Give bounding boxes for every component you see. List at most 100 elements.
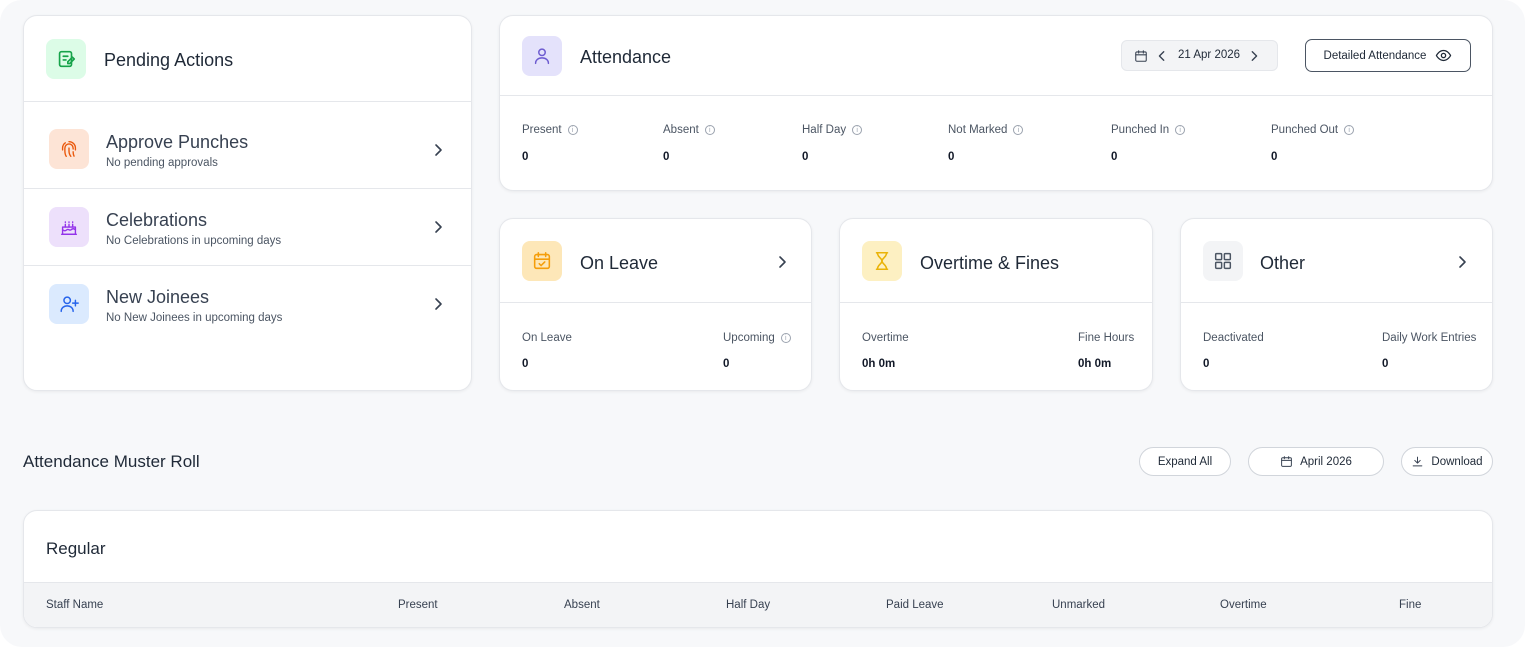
stat-label: Punched In xyxy=(1111,124,1170,136)
stat-absent-value: 0 xyxy=(663,151,670,163)
month-label: April 2026 xyxy=(1300,455,1352,468)
download-label: Download xyxy=(1431,455,1483,468)
divider xyxy=(500,302,811,303)
overtime-stat-value: 0h 0m xyxy=(862,358,896,370)
celebrations-subtitle: No Celebrations in upcoming days xyxy=(106,235,282,247)
expand-all-label: Expand All xyxy=(1157,455,1213,468)
stat-punched-in-value: 0 xyxy=(1111,151,1118,163)
on-leave-title: On Leave xyxy=(580,253,659,273)
chevron-right-icon xyxy=(435,144,442,156)
month-picker-button[interactable]: April 2026 xyxy=(1248,447,1384,476)
column-staff-name[interactable]: Staff Name xyxy=(46,583,103,627)
stat-not-marked-value: 0 xyxy=(948,151,955,163)
stat-label: Absent xyxy=(663,124,699,136)
on-leave-card[interactable]: On Leave On Leave 0 Upcoming i 0 xyxy=(499,218,812,391)
divider xyxy=(840,302,1152,303)
info-icon[interactable]: i xyxy=(567,125,578,135)
info-icon[interactable]: i xyxy=(780,333,791,343)
stat-present-label: Present i xyxy=(522,124,578,136)
chevron-left-icon[interactable] xyxy=(1156,50,1168,62)
table-header: Staff Name Present Absent Half Day Paid … xyxy=(24,582,1492,627)
celebrations-title: Celebrations xyxy=(106,210,208,230)
column-overtime[interactable]: Overtime xyxy=(1220,583,1267,627)
daily-work-entries-stat-value: 0 xyxy=(1382,358,1389,370)
chevron-right-icon[interactable] xyxy=(1248,50,1260,62)
info-icon[interactable]: i xyxy=(704,125,715,135)
detailed-attendance-button[interactable]: Detailed Attendance xyxy=(1305,39,1471,72)
column-half-day[interactable]: Half Day xyxy=(726,583,770,627)
divider xyxy=(500,95,1492,96)
upcoming-stat-label: Upcoming i xyxy=(723,332,791,344)
pending-item-new-joinees[interactable]: New Joinees No New Joinees in upcoming d… xyxy=(24,266,471,342)
stat-label: Present xyxy=(522,124,562,136)
info-icon[interactable]: i xyxy=(1013,125,1024,135)
column-present[interactable]: Present xyxy=(398,583,438,627)
pending-actions-title: Pending Actions xyxy=(104,50,234,70)
detailed-attendance-label: Detailed Attendance xyxy=(1323,49,1427,62)
fingerprint-icon xyxy=(49,129,89,169)
overtime-fines-title: Overtime & Fines xyxy=(920,253,1060,273)
dashboard: Pending Actions Approve Punches No pendi… xyxy=(0,0,1525,647)
on-leave-stat-label: On Leave xyxy=(522,332,572,344)
pending-actions-card: Pending Actions Approve Punches No pendi… xyxy=(23,15,472,391)
deactivated-stat-label: Deactivated xyxy=(1203,332,1264,344)
muster-roll-title: Attendance Muster Roll xyxy=(23,452,200,471)
chevron-right-icon[interactable] xyxy=(775,255,789,269)
approve-punches-title: Approve Punches xyxy=(106,132,249,152)
on-leave-stat-value: 0 xyxy=(522,358,529,370)
new-joinees-subtitle: No New Joinees in upcoming days xyxy=(106,312,283,324)
pending-item-celebrations[interactable]: Celebrations No Celebrations in upcoming… xyxy=(24,189,471,265)
other-card[interactable]: Other Deactivated 0 Daily Work Entries 0 xyxy=(1180,218,1493,391)
regular-group-card: Regular Staff Name Present Absent Half D… xyxy=(23,510,1493,628)
stat-present-value: 0 xyxy=(522,151,529,163)
chevron-right-icon[interactable] xyxy=(1455,255,1469,269)
calendar-icon[interactable] xyxy=(1134,49,1148,63)
download-button[interactable]: Download xyxy=(1401,447,1493,476)
calendar-icon xyxy=(522,241,562,281)
other-title: Other xyxy=(1260,253,1306,273)
date-picker: 21 Apr 2026 xyxy=(1121,40,1278,71)
column-fine[interactable]: Fine xyxy=(1399,583,1421,627)
daily-work-entries-stat-label: Daily Work Entries xyxy=(1382,332,1477,344)
pending-item-approve-punches[interactable]: Approve Punches No pending approvals xyxy=(24,102,471,188)
stat-punched-out-label: Punched Out i xyxy=(1271,124,1355,136)
deactivated-stat-value: 0 xyxy=(1203,358,1210,370)
column-absent[interactable]: Absent xyxy=(564,583,600,627)
expand-all-button[interactable]: Expand All xyxy=(1139,447,1231,476)
grid-icon xyxy=(1203,241,1243,281)
info-icon[interactable]: i xyxy=(1344,125,1355,135)
chevron-right-icon xyxy=(435,221,442,233)
column-paid-leave[interactable]: Paid Leave xyxy=(886,583,944,627)
stat-punched-in-label: Punched In i xyxy=(1111,124,1186,136)
upcoming-stat-value: 0 xyxy=(723,358,730,370)
stat-punched-out-value: 0 xyxy=(1271,151,1278,163)
fine-hours-stat-value: 0h 0m xyxy=(1078,358,1112,370)
user-plus-icon xyxy=(49,284,89,324)
stat-absent-label: Absent i xyxy=(663,124,715,136)
info-icon[interactable]: i xyxy=(852,125,863,135)
new-joinees-title: New Joinees xyxy=(106,287,210,307)
cake-icon xyxy=(49,207,89,247)
chevron-right-icon xyxy=(435,298,442,310)
eye-icon xyxy=(1436,49,1452,62)
calendar-icon xyxy=(1281,456,1292,467)
download-icon xyxy=(1413,456,1423,467)
stat-label: Not Marked xyxy=(948,124,1008,136)
regular-group-title: Regular xyxy=(46,539,106,558)
hourglass-icon xyxy=(862,241,902,281)
info-icon[interactable]: i xyxy=(1175,125,1186,135)
column-unmarked[interactable]: Unmarked xyxy=(1052,583,1105,627)
stat-label: Half Day xyxy=(802,124,847,136)
attendance-title: Attendance xyxy=(580,47,672,67)
stat-half-day-label: Half Day i xyxy=(802,124,863,136)
fine-hours-stat-label: Fine Hours xyxy=(1078,332,1135,344)
divider xyxy=(1181,302,1492,303)
date-label: 21 Apr 2026 xyxy=(1178,49,1241,61)
stat-not-marked-label: Not Marked i xyxy=(948,124,1024,136)
stat-label: Upcoming xyxy=(723,332,775,344)
stat-half-day-value: 0 xyxy=(802,151,809,163)
overtime-fines-card: Overtime & Fines Overtime 0h 0m Fine Hou… xyxy=(839,218,1153,391)
overtime-stat-label: Overtime xyxy=(862,332,909,344)
clipboard-icon xyxy=(46,39,86,79)
attendance-card: Attendance 21 Apr 2026 Detailed Attendan… xyxy=(499,15,1493,191)
